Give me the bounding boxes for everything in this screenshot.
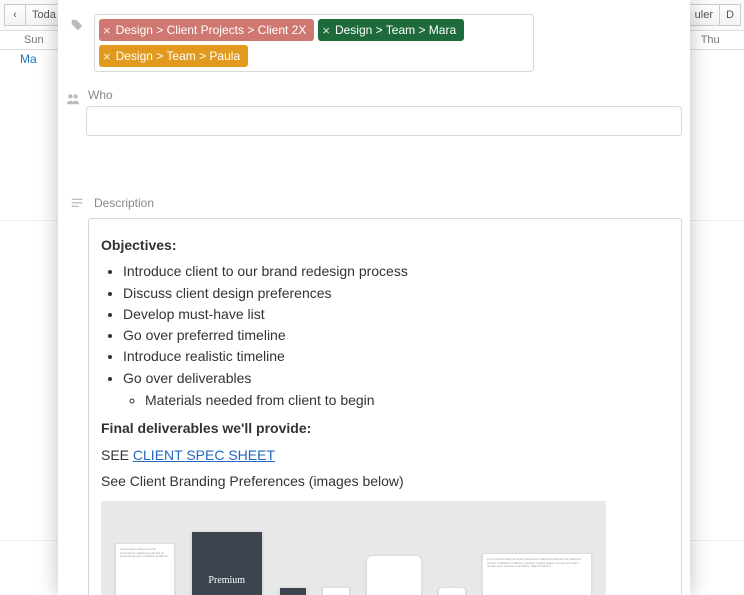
objectives-list: Introduce client to our brand redesign p… [101, 261, 669, 410]
tag-label: Design > Team > Mara [335, 23, 456, 37]
remove-tag-icon[interactable]: × [103, 50, 111, 63]
remove-tag-icon[interactable]: × [322, 24, 330, 37]
objectives-heading: Objectives: [101, 237, 176, 253]
people-icon [66, 88, 80, 106]
list-item: Develop must-have list [123, 304, 669, 324]
description-editor[interactable]: Objectives: Introduce client to our bran… [88, 218, 682, 595]
who-label: Who [86, 88, 682, 102]
list-item: Materials needed from client to begin [145, 390, 669, 410]
branding-preview-image: Lorem ipsum dolor sit amet consectetur a… [101, 501, 606, 595]
tag-icon [66, 14, 88, 32]
who-input[interactable] [86, 106, 682, 136]
description-icon [66, 196, 88, 210]
client-spec-sheet-link[interactable]: CLIENT SPEC SHEET [133, 447, 275, 463]
event-modal: × Design > Client Projects > Client 2X ×… [58, 0, 690, 595]
folder-tag[interactable]: × Design > Client Projects > Client 2X [99, 19, 314, 41]
remove-tag-icon[interactable]: × [103, 24, 111, 37]
folder-tags-field[interactable]: × Design > Client Projects > Client 2X ×… [94, 14, 534, 72]
day-tab-fragment[interactable]: D [719, 4, 741, 26]
final-deliverables-heading: Final deliverables we'll provide: [101, 420, 311, 436]
tags-row: × Design > Client Projects > Client 2X ×… [58, 10, 690, 78]
list-item: Introduce client to our brand redesign p… [123, 261, 669, 281]
description-label: Description [94, 196, 154, 210]
description-header: Description [58, 192, 690, 214]
scheduler-tab-fragment[interactable]: uler [688, 4, 720, 26]
folder-tag[interactable]: × Design > Team > Paula [99, 45, 248, 67]
list-item: Discuss client design preferences [123, 283, 669, 303]
branding-line: See Client Branding Preferences (images … [101, 471, 669, 491]
list-item: Go over preferred timeline [123, 325, 669, 345]
tag-label: Design > Team > Paula [116, 49, 241, 63]
who-row: Who [58, 84, 690, 142]
list-item: Introduce realistic timeline [123, 346, 669, 366]
tag-label: Design > Client Projects > Client 2X [116, 23, 307, 37]
see-line: SEE CLIENT SPEC SHEET [101, 445, 669, 465]
list-item: Go over deliverables Materials needed fr… [123, 368, 669, 411]
folder-tag[interactable]: × Design > Team > Mara [318, 19, 464, 41]
prev-button[interactable]: ‹ [4, 4, 26, 26]
